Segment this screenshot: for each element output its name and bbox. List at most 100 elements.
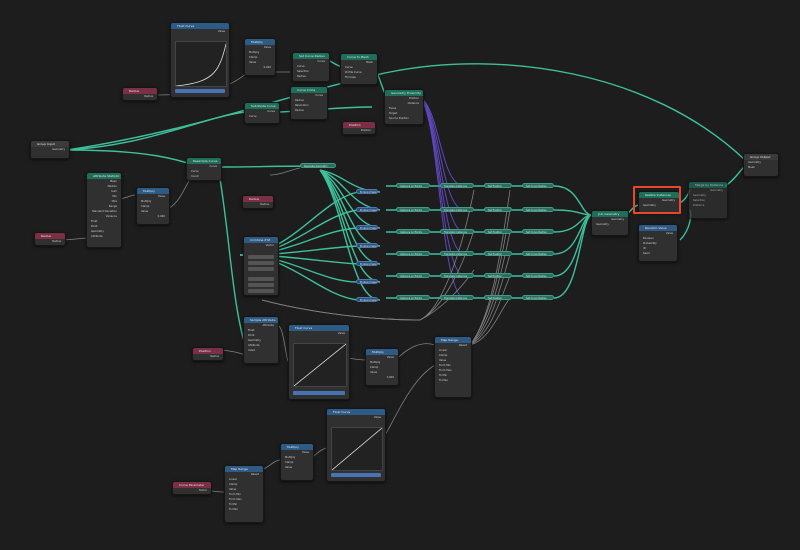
y-field[interactable] <box>248 261 274 265</box>
value-field[interactable] <box>331 473 381 477</box>
set-curve-radius-chain-node[interactable]: Set Curve Radius <box>522 183 554 188</box>
endpoint-selection-node[interactable]: Endpoint Selection <box>356 261 378 266</box>
radius-input-node-mid[interactable]: Radius Radius <box>242 195 274 209</box>
translate-instances-node[interactable]: Translate Instances <box>440 251 474 256</box>
attribute-statistic-node[interactable]: Attribute Statistic Mean Median Sum Min … <box>86 172 122 248</box>
map-range-node-mid[interactable]: Map Range Result Linear Clamp Value From… <box>434 336 472 398</box>
set-curve-radius-chain-node[interactable]: Set Curve Radius <box>522 207 554 212</box>
node-wire <box>386 214 593 277</box>
float-curve-node-bottom[interactable]: Float Curve Value <box>326 408 386 482</box>
node-socket-label: Distance <box>693 204 705 207</box>
set-position-node[interactable]: Set Position <box>484 229 512 234</box>
translate-instances-node[interactable]: Translate Instances <box>440 207 474 212</box>
y-field[interactable] <box>248 283 274 287</box>
set-curve-radius-chain-node[interactable]: Set Curve Radius <box>522 295 554 300</box>
instance-on-points-node[interactable]: Instance on Points <box>396 295 430 300</box>
node-socket-label: Radius <box>144 95 153 98</box>
translate-instances-node[interactable]: Translate Instances <box>440 273 474 278</box>
curve-widget[interactable] <box>175 41 227 87</box>
x-field[interactable] <box>248 255 274 259</box>
node-socket-label: Radius <box>260 203 269 206</box>
z-field[interactable] <box>248 267 274 271</box>
curve-to-mesh-node[interactable]: Curve to Mesh Mesh Curve Profile Curve F… <box>340 53 378 85</box>
multiply-node-top[interactable]: Multiply Value Multiply Clamp Value 0.20… <box>244 38 276 76</box>
curve-graph <box>293 343 347 387</box>
set-position-node[interactable]: Set Position <box>484 183 512 188</box>
set-position-node[interactable]: Set Position <box>484 273 512 278</box>
position-input-node-low[interactable]: Position Radius <box>192 347 224 361</box>
value-field[interactable]: 0.400 <box>137 214 169 219</box>
x-field[interactable] <box>248 277 274 281</box>
endpoint-selection-node[interactable]: Endpoint Selection <box>356 207 378 212</box>
sample-attribute-node[interactable]: Sample Attribute Attribute Float Point G… <box>243 316 279 364</box>
value-field[interactable]: 1.000 <box>366 375 398 380</box>
set-position-node[interactable]: Set Position <box>484 207 512 212</box>
map-range-node-bottom[interactable]: Map Range Result Linear Clamp Value From… <box>224 465 264 523</box>
node-socket-label: Fill Caps <box>345 76 356 79</box>
radius-input-node-top[interactable]: Radius Radius <box>122 87 158 101</box>
set-curve-radius-chain-node[interactable]: Set Curve Radius <box>522 229 554 234</box>
node-wire <box>469 231 511 346</box>
translate-instances-node[interactable]: Translate Instances <box>440 229 474 234</box>
merge-by-distance-node[interactable]: Merge by Distance Geometry Geometry Sele… <box>688 181 728 219</box>
separate-geometry-node[interactable]: Separate Geometry <box>300 163 336 168</box>
node-wire <box>386 214 593 299</box>
value-field[interactable]: 0.200 <box>245 65 275 70</box>
group-output-node[interactable]: Group Output Geometry Mesh <box>743 153 779 177</box>
value-field[interactable] <box>175 89 225 93</box>
node-socket-label: Vector <box>265 244 274 247</box>
float-curve-node-mid[interactable]: Float Curve Value <box>288 324 350 400</box>
node-socket-label: Index <box>248 349 256 352</box>
endpoint-selection-node[interactable]: Endpoint Selection <box>356 297 378 302</box>
translate-instances-node[interactable]: Translate Instances <box>440 183 474 188</box>
node-socket-label: Value <box>373 416 381 419</box>
curve-parameter-node[interactable]: Curve Parameter Factor <box>172 481 212 495</box>
endpoint-selection-node[interactable]: Endpoint Selection <box>356 189 378 194</box>
node-socket-label: Geometry <box>52 148 65 151</box>
combine-xyz-node[interactable]: Combine XYZ Vector <box>243 236 279 296</box>
position-input-node-top[interactable]: Position Position <box>342 121 376 135</box>
selection-highlight <box>633 186 681 214</box>
random-value-node[interactable]: Random Value Value Boolean Probability I… <box>638 224 678 262</box>
set-curve-radius-node[interactable]: Set Curve Radius Curve Curve Selection R… <box>292 52 330 82</box>
radius-input-node-left[interactable]: Radius Radius <box>34 232 66 246</box>
node-socket-label: Radius <box>210 355 219 358</box>
group-input-node[interactable]: Group Input Geometry <box>30 140 70 159</box>
join-geometry-node[interactable]: Join Geometry Geometry Geometry <box>591 210 629 236</box>
endpoint-selection-node[interactable]: Endpoint Selection <box>356 225 378 230</box>
instance-on-points-node[interactable]: Instance on Points <box>396 229 430 234</box>
float-curve-node-top[interactable]: Float Curve Value <box>170 22 230 98</box>
set-curve-radius-chain-node[interactable]: Set Curve Radius <box>522 251 554 256</box>
resample-curve-node[interactable]: Resample Curve Curve Curve Count <box>186 157 222 181</box>
instance-on-points-node[interactable]: Instance on Points <box>396 183 430 188</box>
set-curve-radius-chain-node[interactable]: Set Curve Radius <box>522 273 554 278</box>
radius-field[interactable]: Radius <box>291 108 327 113</box>
translate-instances-node[interactable]: Translate Instances <box>440 295 474 300</box>
node-wire <box>386 214 593 255</box>
curve-widget[interactable] <box>331 427 383 471</box>
instance-on-points-node[interactable]: Instance on Points <box>396 273 430 278</box>
instance-on-points-node[interactable]: Instance on Points <box>396 251 430 256</box>
curve-circle-node[interactable]: Curve Circle Curve Radius Resolution Rad… <box>290 86 328 120</box>
subdivide-curve-node[interactable]: Subdivide Curve Curve Curve <box>244 102 280 124</box>
multiply-node-low[interactable]: Multiply Value Multiply Clamp Value 1.00… <box>365 348 399 386</box>
to-max-field[interactable]: To Max <box>435 378 471 383</box>
set-position-node[interactable]: Set Position <box>484 251 512 256</box>
to-max-field[interactable]: To Max <box>225 507 263 512</box>
multiply-node-bottom[interactable]: Multiply Value Multiply Clamp Value <box>280 443 314 481</box>
node-wire <box>261 459 281 471</box>
endpoint-selection-node[interactable]: Endpoint Selection <box>356 243 378 248</box>
node-socket-label: Value <box>285 466 293 469</box>
value-field[interactable] <box>293 391 345 395</box>
geometry-proximity-node[interactable]: Geometry Proximity Position Distance Fac… <box>384 89 424 125</box>
set-position-node[interactable]: Set Position <box>484 295 512 300</box>
node-wire <box>269 167 301 176</box>
curve-widget[interactable] <box>293 343 347 387</box>
z-field[interactable] <box>248 289 274 293</box>
endpoint-selection-node[interactable]: Endpoint Selection <box>356 279 378 284</box>
instance-on-points-node[interactable]: Instance on Points <box>396 207 430 212</box>
wire-geo <box>66 149 201 168</box>
multiply-node-mid[interactable]: Multiply Value Multiply Clamp Value 0.40… <box>136 187 170 225</box>
node-editor-canvas[interactable]: Group Input Geometry Group Output Geomet… <box>0 0 800 550</box>
seed-field[interactable]: Seed <box>639 251 677 256</box>
